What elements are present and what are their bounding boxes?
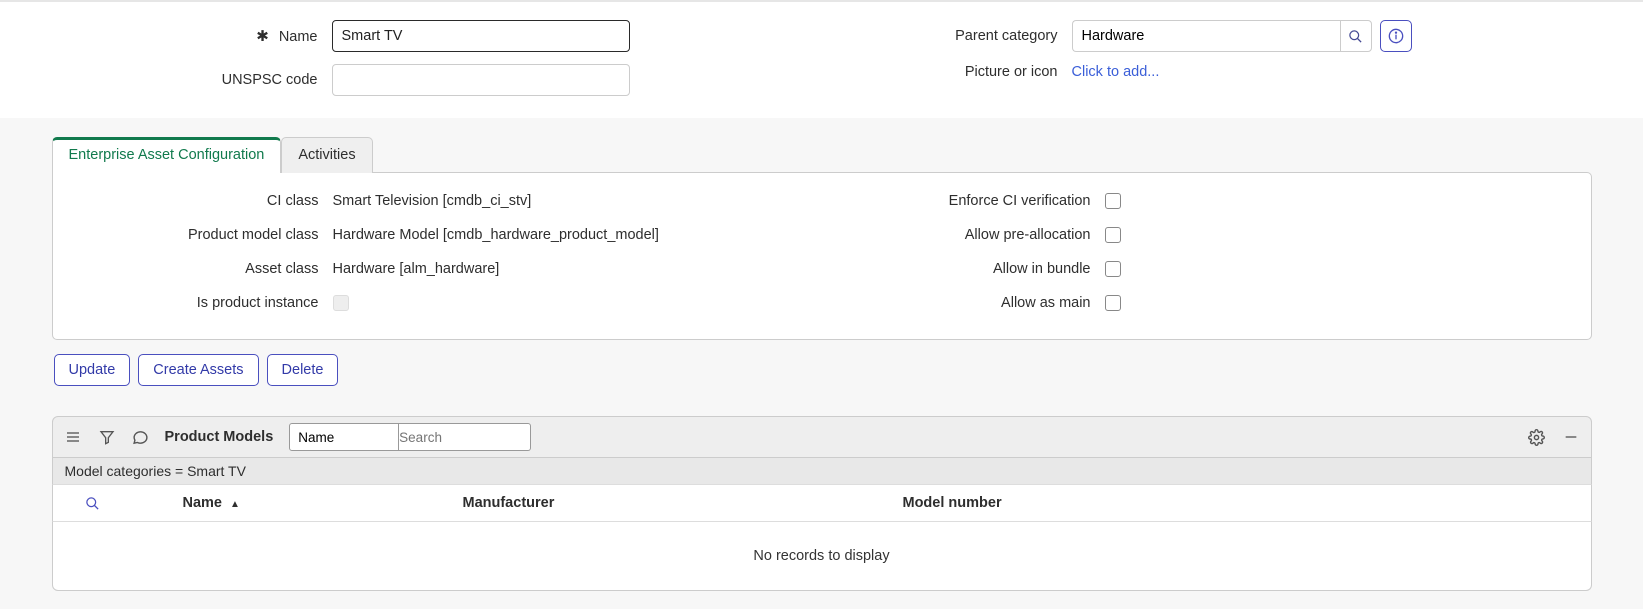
form-header: ✱ Name UNSPSC code Parent category — [0, 0, 1643, 118]
name-input[interactable] — [332, 20, 630, 52]
funnel-icon — [99, 429, 115, 445]
allow-bundle-checkbox[interactable] — [1105, 261, 1121, 277]
list-settings-button[interactable] — [1527, 427, 1547, 447]
activity-icon — [132, 429, 149, 446]
hamburger-icon — [65, 429, 81, 445]
unspsc-label: UNSPSC code — [72, 72, 332, 88]
search-icon — [1348, 29, 1363, 44]
update-button[interactable]: Update — [54, 354, 131, 386]
parent-category-lookup-button[interactable] — [1340, 20, 1372, 52]
delete-button[interactable]: Delete — [267, 354, 339, 386]
name-label: ✱ Name — [72, 27, 332, 45]
is-product-instance-label: Is product instance — [73, 295, 333, 311]
parent-category-input[interactable] — [1072, 20, 1340, 52]
allow-prealloc-label: Allow pre-allocation — [905, 227, 1105, 243]
product-model-class-value: Hardware Model [cmdb_hardware_product_mo… — [333, 227, 659, 243]
list-title: Product Models — [165, 429, 274, 445]
picture-label: Picture or icon — [912, 64, 1072, 80]
info-icon — [1388, 28, 1404, 44]
gear-icon — [1528, 429, 1545, 446]
action-row: Update Create Assets Delete — [54, 354, 1592, 386]
asset-class-label: Asset class — [73, 261, 333, 277]
tab-enterprise-asset-config[interactable]: Enterprise Asset Configuration — [52, 137, 282, 173]
column-header-model-number[interactable]: Model number — [903, 495, 1591, 511]
table-header: Name ▲ Manufacturer Model number — [52, 484, 1592, 522]
minus-icon — [1563, 429, 1579, 445]
filter-breadcrumb[interactable]: Model categories = Smart TV — [52, 458, 1592, 484]
list-menu-button[interactable] — [63, 427, 83, 447]
column-header-manufacturer[interactable]: Manufacturer — [463, 495, 903, 511]
allow-prealloc-checkbox[interactable] — [1105, 227, 1121, 243]
tab-bar: Enterprise Asset Configuration Activitie… — [52, 136, 1592, 172]
list-filter-button[interactable] — [97, 427, 117, 447]
list-toolbar: Product Models ▼ — [52, 416, 1592, 458]
list-search-input[interactable] — [391, 423, 531, 451]
ci-class-value: Smart Television [cmdb_ci_stv] — [333, 193, 532, 209]
product-model-class-label: Product model class — [73, 227, 333, 243]
parent-category-label: Parent category — [912, 28, 1072, 44]
table-empty-message: No records to display — [52, 522, 1592, 591]
search-field-select[interactable] — [289, 423, 399, 451]
unspsc-input[interactable] — [332, 64, 630, 96]
ci-class-label: CI class — [73, 193, 333, 209]
tab-activities[interactable]: Activities — [281, 137, 372, 173]
sort-asc-icon: ▲ — [230, 499, 240, 510]
list-collapse-button[interactable] — [1561, 427, 1581, 447]
search-icon — [85, 496, 100, 511]
tabbed-section: Enterprise Asset Configuration Activitie… — [0, 118, 1643, 609]
required-star-icon: ✱ — [256, 28, 269, 45]
picture-add-link[interactable]: Click to add... — [1072, 64, 1160, 80]
allow-main-checkbox[interactable] — [1105, 295, 1121, 311]
column-header-name[interactable]: Name ▲ — [133, 495, 463, 511]
list-activity-button[interactable] — [131, 427, 151, 447]
create-assets-button[interactable]: Create Assets — [138, 354, 258, 386]
enforce-ci-label: Enforce CI verification — [905, 193, 1105, 209]
is-product-instance-checkbox — [333, 295, 349, 311]
enforce-ci-checkbox[interactable] — [1105, 193, 1121, 209]
column-search-button[interactable] — [83, 493, 103, 513]
asset-class-value: Hardware [alm_hardware] — [333, 261, 500, 277]
allow-main-label: Allow as main — [905, 295, 1105, 311]
allow-bundle-label: Allow in bundle — [905, 261, 1105, 277]
parent-category-info-button[interactable] — [1380, 20, 1412, 52]
tab-panel: CI class Smart Television [cmdb_ci_stv] … — [52, 172, 1592, 340]
related-list: Product Models ▼ Model categories = Smar… — [52, 416, 1592, 591]
